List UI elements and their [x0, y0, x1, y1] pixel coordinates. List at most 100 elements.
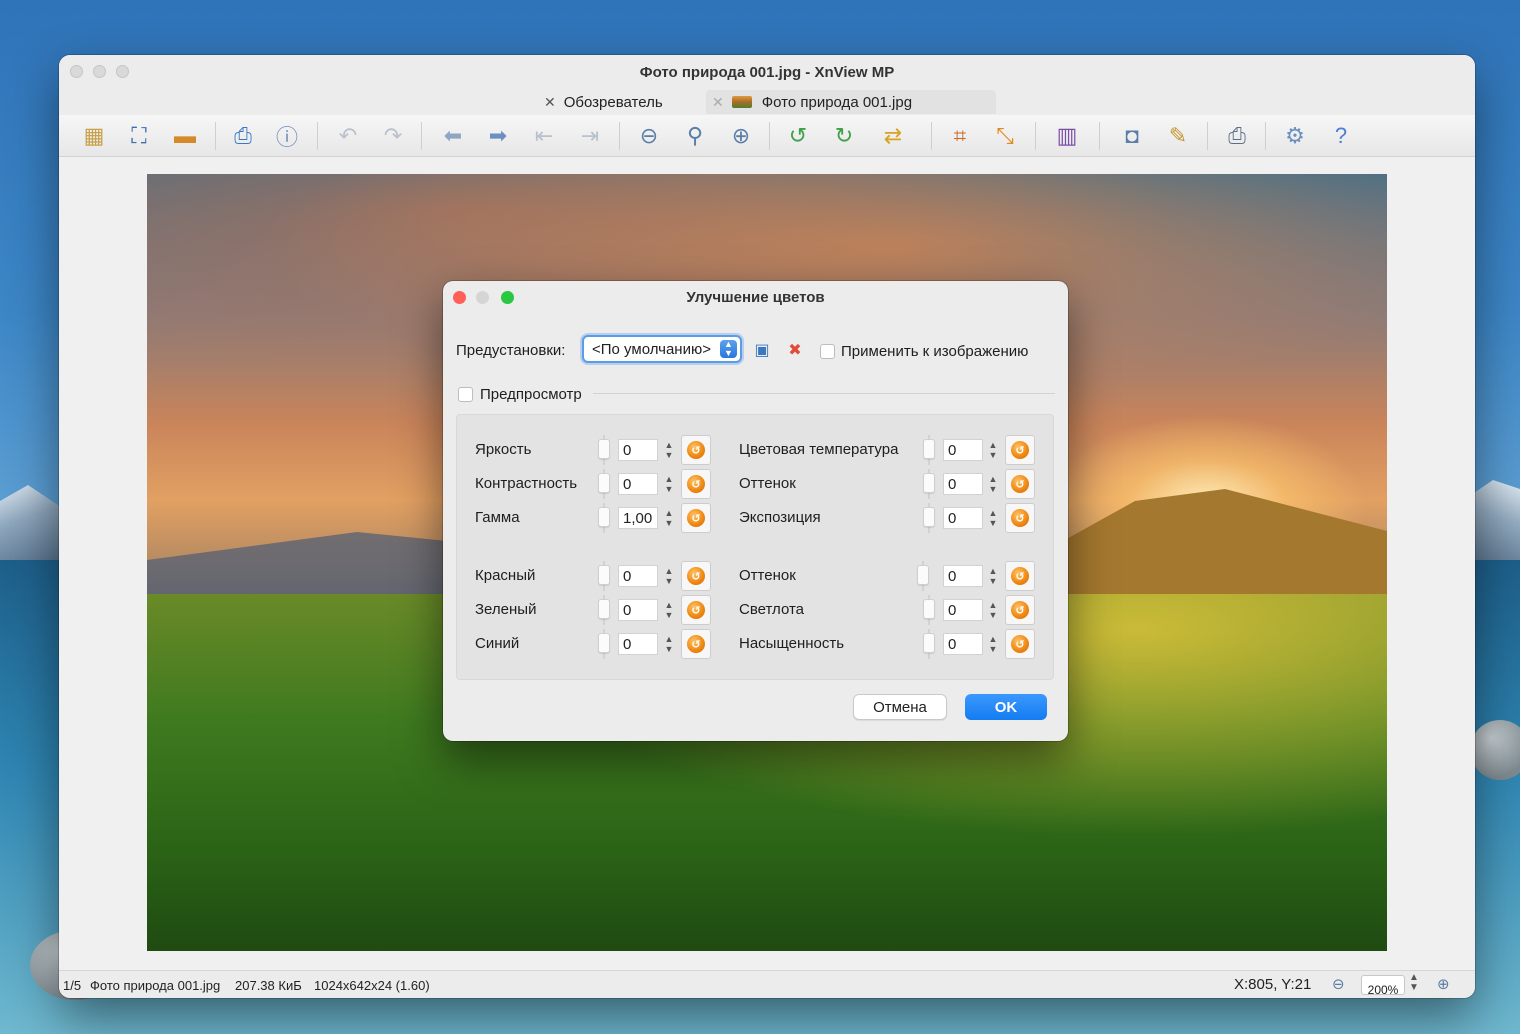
- redo-icon[interactable]: ↷: [377, 120, 409, 152]
- minimize-window-button[interactable]: [93, 65, 106, 78]
- slideshow-icon[interactable]: ▬: [169, 120, 201, 152]
- green-field[interactable]: 0: [618, 599, 658, 621]
- green-stepper[interactable]: ▲ ▼: [662, 599, 676, 621]
- temperature-reset-button[interactable]: ↺: [1005, 435, 1035, 465]
- blue-stepper[interactable]: ▲ ▼: [662, 633, 676, 655]
- print-icon[interactable]: ⎙: [1221, 120, 1253, 152]
- delete-preset-icon[interactable]: ✖: [785, 340, 805, 360]
- hue-reset-button[interactable]: ↺: [1005, 561, 1035, 591]
- brightness-reset-button[interactable]: ↺: [681, 435, 711, 465]
- temperature-field[interactable]: 0: [943, 439, 983, 461]
- toolbar-separator: [317, 122, 318, 150]
- maximize-window-button[interactable]: [116, 65, 129, 78]
- saturation-reset-button[interactable]: ↺: [1005, 629, 1035, 659]
- temperature-stepper[interactable]: ▲ ▼: [986, 439, 1000, 461]
- gamma-slider[interactable]: [598, 503, 610, 533]
- tab-browser[interactable]: ✕ Обозреватель: [544, 90, 663, 114]
- adjust-colors-icon[interactable]: ▥: [1051, 120, 1083, 152]
- saturation-slider[interactable]: [923, 629, 935, 659]
- brightness-field[interactable]: 0: [618, 439, 658, 461]
- zoom-level-field[interactable]: 200%: [1361, 975, 1405, 997]
- fullscreen-icon[interactable]: ⛶: [123, 120, 155, 152]
- red-reset-button[interactable]: ↺: [681, 561, 711, 591]
- gamma-stepper[interactable]: ▲ ▼: [662, 507, 676, 529]
- blue-slider[interactable]: [598, 629, 610, 659]
- green-reset-button[interactable]: ↺: [681, 595, 711, 625]
- tint-field[interactable]: 0: [943, 473, 983, 495]
- temperature-slider[interactable]: [923, 435, 935, 465]
- close-tab-icon[interactable]: ✕: [712, 94, 724, 111]
- status-filesize: 207.38 КиБ: [235, 978, 302, 993]
- zoom-in-icon[interactable]: ⊕: [725, 120, 757, 152]
- exposure-field[interactable]: 0: [943, 507, 983, 529]
- exposure-reset-button[interactable]: ↺: [1005, 503, 1035, 533]
- presets-select[interactable]: <По умолчанию> ▲ ▼: [582, 335, 742, 363]
- zoom-out-icon[interactable]: ⊖: [1332, 975, 1345, 993]
- rotate-left-icon[interactable]: ↺: [782, 120, 814, 152]
- lightness-stepper[interactable]: ▲ ▼: [986, 599, 1000, 621]
- last-icon[interactable]: ⇥: [574, 120, 606, 152]
- next-icon[interactable]: ➡: [482, 120, 514, 152]
- zoom-1-1-icon[interactable]: ⚲: [679, 120, 711, 152]
- contrast-field[interactable]: 0: [618, 473, 658, 495]
- rotate-right-icon[interactable]: ↻: [828, 120, 860, 152]
- properties-icon[interactable]: ⓘ: [271, 120, 303, 152]
- tint-slider[interactable]: [923, 469, 935, 499]
- settings-icon[interactable]: ⚙: [1279, 120, 1311, 152]
- previous-icon[interactable]: ⬅: [437, 120, 469, 152]
- resize-icon[interactable]: ⤡: [989, 120, 1021, 152]
- edit-icon[interactable]: ✎: [1162, 120, 1194, 152]
- temperature-value: 0: [948, 441, 957, 459]
- preview-checkbox[interactable]: [458, 387, 473, 402]
- apply-to-image-checkbox[interactable]: [820, 344, 835, 359]
- tint-reset-button[interactable]: ↺: [1005, 469, 1035, 499]
- brightness-stepper[interactable]: ▲ ▼: [662, 439, 676, 461]
- ok-button[interactable]: OK: [965, 694, 1047, 720]
- close-window-button[interactable]: [70, 65, 83, 78]
- saturation-field[interactable]: 0: [943, 633, 983, 655]
- lightness-field[interactable]: 0: [943, 599, 983, 621]
- blue-reset-button[interactable]: ↺: [681, 629, 711, 659]
- saturation-stepper[interactable]: ▲ ▼: [986, 633, 1000, 655]
- browser-icon[interactable]: ▦: [78, 120, 110, 152]
- crop-icon[interactable]: ⌗: [944, 120, 976, 152]
- first-icon[interactable]: ⇤: [528, 120, 560, 152]
- zoom-out-icon[interactable]: ⊖: [633, 120, 665, 152]
- undo-icon[interactable]: ↶: [332, 120, 364, 152]
- hue-field[interactable]: 0: [943, 565, 983, 587]
- reset-icon: ↺: [687, 509, 705, 527]
- save-icon[interactable]: ⎙: [227, 120, 259, 152]
- help-icon[interactable]: ?: [1325, 120, 1357, 152]
- red-stepper[interactable]: ▲ ▼: [662, 565, 676, 587]
- lightness-slider[interactable]: [923, 595, 935, 625]
- brightness-slider[interactable]: [598, 435, 610, 465]
- exposure-slider[interactable]: [923, 503, 935, 533]
- gamma-field[interactable]: 1,00: [618, 507, 658, 529]
- reset-icon: ↺: [1011, 441, 1029, 459]
- lightness-reset-button[interactable]: ↺: [1005, 595, 1035, 625]
- gamma-reset-button[interactable]: ↺: [681, 503, 711, 533]
- hue-slider[interactable]: [917, 561, 929, 591]
- hue-stepper[interactable]: ▲ ▼: [986, 565, 1000, 587]
- zoom-in-icon[interactable]: ⊕: [1437, 975, 1450, 993]
- presets-label: Предустановки:: [456, 342, 566, 359]
- exposure-stepper[interactable]: ▲ ▼: [986, 507, 1000, 529]
- contrast-stepper[interactable]: ▲ ▼: [662, 473, 676, 495]
- green-slider[interactable]: [598, 595, 610, 625]
- zoom-stepper[interactable]: ▲ ▼: [1409, 973, 1419, 993]
- cancel-button[interactable]: Отмена: [853, 694, 947, 720]
- contrast-reset-button[interactable]: ↺: [681, 469, 711, 499]
- save-preset-icon[interactable]: ▣: [752, 340, 772, 360]
- transform-icon[interactable]: ⇄: [877, 120, 909, 152]
- red-slider[interactable]: [598, 561, 610, 591]
- tab-image[interactable]: ✕ Фото природа 001.jpg: [706, 90, 996, 114]
- tint-stepper[interactable]: ▲ ▼: [986, 473, 1000, 495]
- close-tab-icon[interactable]: ✕: [544, 94, 556, 111]
- red-field[interactable]: 0: [618, 565, 658, 587]
- zoom-level-value: 200%: [1367, 983, 1399, 997]
- reset-icon: ↺: [1011, 635, 1029, 653]
- capture-icon[interactable]: ◘: [1116, 120, 1148, 152]
- blue-field[interactable]: 0: [618, 633, 658, 655]
- reset-icon: ↺: [1011, 509, 1029, 527]
- contrast-slider[interactable]: [598, 469, 610, 499]
